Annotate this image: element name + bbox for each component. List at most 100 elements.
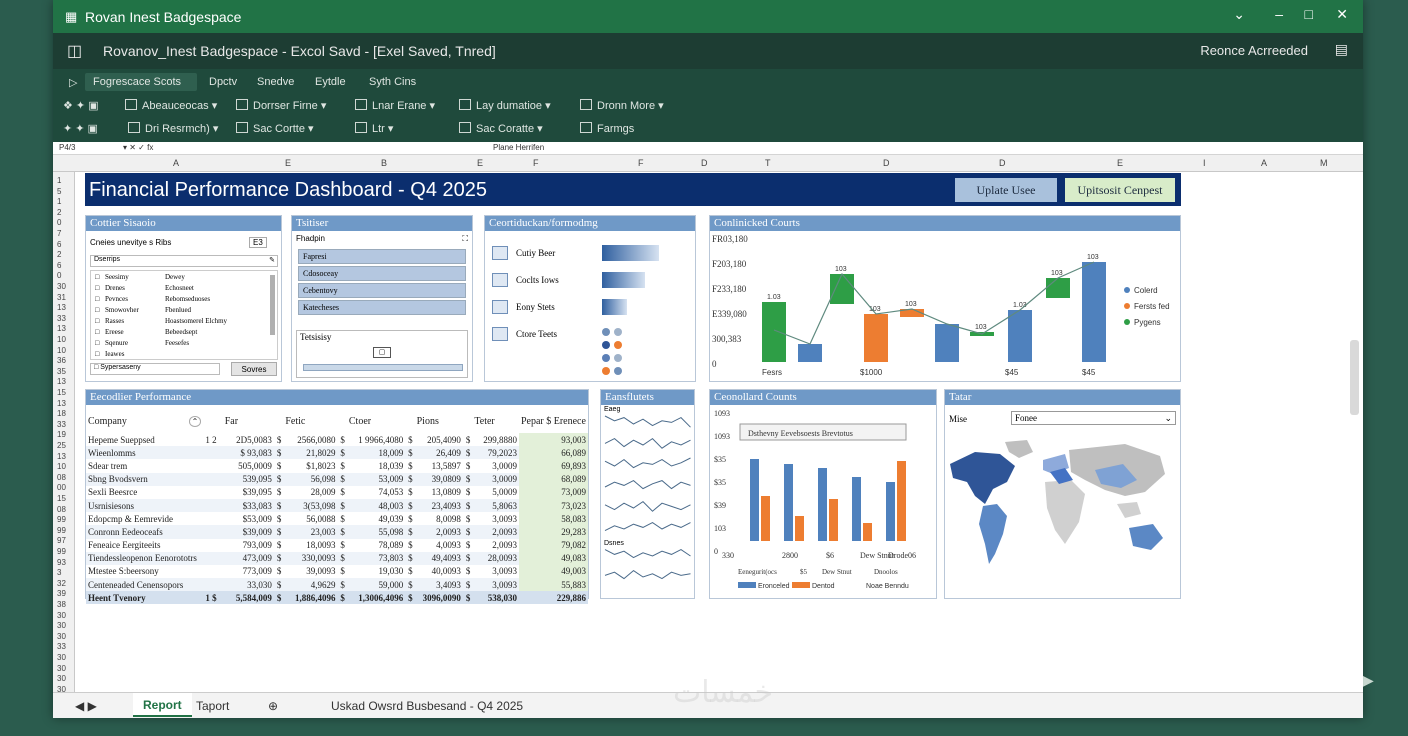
column-header[interactable]: A: [1261, 158, 1267, 168]
performance-table[interactable]: Company ⌃ Far Fetic Ctoer Pions Teter Pepar $ E…: [86, 409, 588, 605]
formula-content[interactable]: Plane Herrifen: [493, 143, 544, 152]
clear-filter-icon[interactable]: ⛶: [462, 234, 468, 244]
bar-series-a[interactable]: [886, 482, 895, 541]
side-play-icon[interactable]: ▶: [1363, 672, 1374, 689]
row-header[interactable]: 10: [57, 346, 66, 355]
filter-apply-button[interactable]: Sovres: [231, 362, 277, 376]
slicer-item[interactable]: Cebentovy: [298, 283, 466, 298]
bar-series-a[interactable]: [818, 468, 827, 541]
column-header-cell[interactable]: [405, 409, 415, 433]
timeline-handle-icon[interactable]: ▢: [373, 347, 391, 358]
row-header[interactable]: 10: [57, 335, 66, 344]
checkbox-icon[interactable]: □: [95, 284, 105, 292]
row-header[interactable]: 2: [57, 250, 61, 259]
sheet-tab-report[interactable]: Report: [133, 693, 192, 717]
filter-count[interactable]: E3: [249, 237, 267, 248]
column-header[interactable]: E: [477, 158, 483, 168]
map-north-america[interactable]: [950, 452, 1015, 504]
small-tools-icon[interactable]: ❖ ✦ ▣: [63, 99, 99, 112]
ribbon-btn-3[interactable]: Lnar Erane ▾: [355, 99, 435, 112]
row-header[interactable]: 30: [57, 282, 66, 291]
update-button[interactable]: Uplate Usee: [955, 178, 1057, 202]
row-header[interactable]: 25: [57, 441, 66, 450]
bar-series-b-tall[interactable]: [897, 461, 906, 541]
account-status[interactable]: Reonce Acrreeded: [1200, 43, 1308, 58]
tab-3[interactable]: Snedve: [249, 73, 302, 91]
ribbon-play-icon[interactable]: ▷: [61, 73, 85, 92]
column-header-cell[interactable]: Pepar $ Erenece: [518, 409, 588, 433]
waterfall-bar[interactable]: [1008, 310, 1032, 362]
row-header[interactable]: 30: [57, 621, 66, 630]
column-header[interactable]: D: [883, 158, 890, 168]
checkbox-icon[interactable]: □: [95, 273, 105, 281]
column-header[interactable]: F: [533, 158, 539, 168]
world-map[interactable]: [945, 434, 1180, 594]
table-row[interactable]: Edopcmp & Eemrevide $53,009 $56,0088 $49,03…: [86, 512, 588, 526]
bar-series-b[interactable]: [829, 499, 838, 541]
column-header-cell[interactable]: [462, 409, 473, 433]
table-row[interactable]: Centeneaded Cenensopors 33,030 $4,9629 $59,…: [86, 578, 588, 592]
checkbox-icon[interactable]: □: [95, 328, 105, 336]
filter-list-item[interactable]: □ Smowovher Fbenlued: [95, 306, 265, 314]
table-row[interactable]: Tiendessleopenon Eenorototrs 473,009 $330,…: [86, 551, 588, 565]
map-indonesia[interactable]: [1117, 502, 1141, 518]
waterfall-bar[interactable]: [935, 324, 959, 362]
map-australia[interactable]: [1129, 524, 1163, 550]
minimize-button[interactable]: –: [1275, 6, 1283, 22]
map-greenland[interactable]: [1005, 440, 1033, 458]
ribbon-btn-9[interactable]: Sac Coratte ▾: [459, 122, 543, 135]
bar-series-b[interactable]: [795, 516, 804, 541]
column-header-cell[interactable]: [203, 409, 223, 433]
slicer-item[interactable]: Fapresi: [298, 249, 466, 264]
tab-4[interactable]: Eytdle: [307, 73, 354, 91]
ribbon-btn-7[interactable]: Sac Cortte ▾: [236, 122, 314, 135]
slicer-item[interactable]: Katecheses: [298, 300, 466, 315]
column-header[interactable]: D: [999, 158, 1006, 168]
chevron-down-icon[interactable]: ⌄: [1164, 412, 1172, 424]
table-row[interactable]: Wieenlomms $ 93,083 $21,8029 $18,009 $26,409…: [86, 446, 588, 460]
column-header-cell[interactable]: [337, 409, 347, 433]
bar-series-a[interactable]: [750, 459, 759, 541]
row-header[interactable]: 99: [57, 526, 66, 535]
column-header-cell[interactable]: [273, 409, 284, 433]
filter-list[interactable]: □ Seesimy Dewey □ Drenes Echosneet □ Pevnces Reb…: [90, 270, 278, 360]
column-header-cell[interactable]: Far: [222, 409, 274, 433]
row-header[interactable]: 19: [57, 430, 66, 439]
column-header-cell[interactable]: Fetic: [283, 409, 338, 433]
column-header[interactable]: E: [285, 158, 291, 168]
row-header[interactable]: 2: [57, 208, 61, 217]
ribbon-btn-10[interactable]: Farmgs: [580, 122, 634, 135]
column-header[interactable]: B: [381, 158, 387, 168]
filter-list-item[interactable]: □ Ieawes: [95, 350, 265, 358]
filter-search[interactable]: Dserrips ✎: [90, 255, 278, 267]
column-header[interactable]: M: [1320, 158, 1328, 168]
ribbon-btn-5[interactable]: Dronn More ▾: [580, 99, 664, 112]
column-header[interactable]: D: [701, 158, 708, 168]
ribbon-btn-8[interactable]: Ltr ▾: [355, 122, 393, 135]
waterfall-bar[interactable]: [830, 274, 854, 304]
add-sheet-icon[interactable]: ⊕: [268, 699, 278, 713]
table-row[interactable]: Feneaice Eergiteeits 793,009 $18,0093 $78,0…: [86, 538, 588, 552]
row-header[interactable]: 33: [57, 314, 66, 323]
checkbox-icon[interactable]: □: [95, 306, 105, 314]
checkbox-icon[interactable]: □: [95, 295, 105, 303]
row-header[interactable]: 35: [57, 367, 66, 376]
row-header[interactable]: 33: [57, 420, 66, 429]
waterfall-bar[interactable]: [1082, 262, 1106, 362]
row-header[interactable]: 15: [57, 388, 66, 397]
slicer-item[interactable]: Cdosoceay: [298, 266, 466, 281]
table-row[interactable]: Hepeme Sueppsed 1 2 2D5,0083 $2566,0080 $1 9…: [86, 433, 588, 447]
map-south-america[interactable]: [979, 504, 1007, 564]
checkbox-icon[interactable]: □: [95, 339, 105, 347]
row-header[interactable]: 1: [57, 176, 61, 185]
row-header[interactable]: 3: [57, 568, 61, 577]
column-header-cell[interactable]: Company ⌃: [86, 409, 204, 433]
bar-series-b[interactable]: [863, 523, 872, 541]
column-header-cell[interactable]: Pions: [414, 409, 463, 433]
tab-2[interactable]: Dpctv: [201, 73, 245, 91]
row-header[interactable]: 30: [57, 632, 66, 641]
row-header[interactable]: 0: [57, 271, 61, 280]
row-header[interactable]: 30: [57, 674, 66, 683]
row-header[interactable]: 33: [57, 642, 66, 651]
name-box[interactable]: P4/3: [59, 143, 75, 152]
